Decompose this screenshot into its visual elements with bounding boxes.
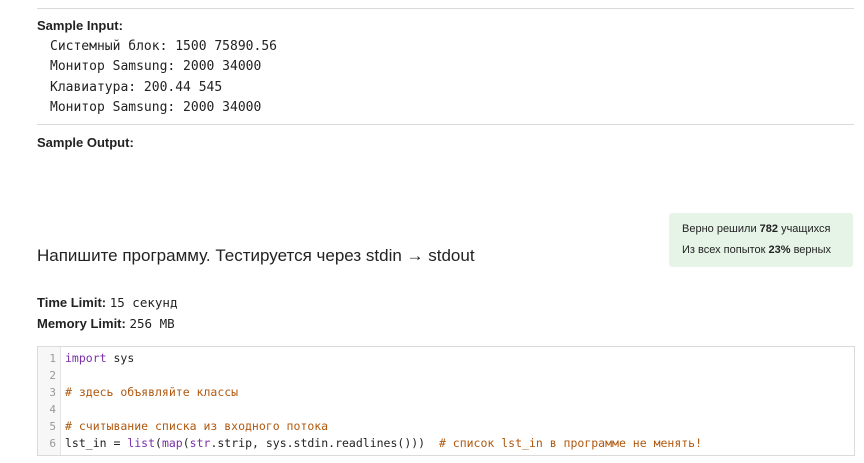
task-title: Напишите программу. Тестируется через st… (37, 246, 475, 265)
line-number: 2 (49, 369, 56, 382)
sample-input-line: Монитор Samsung: 2000 34000 (50, 100, 262, 115)
top-divider (37, 8, 854, 9)
sample-input-line: Монитор Samsung: 2000 34000 (50, 59, 262, 74)
memory-limit: Memory Limit: 256 MB (37, 316, 175, 331)
code-line[interactable]: # считывание списка из входного потока (65, 419, 328, 433)
line-number: 5 (49, 420, 56, 433)
code-line[interactable]: lst_in = list(map(str.strip, sys.stdin.r… (65, 436, 702, 450)
solved-count: 782 (759, 223, 779, 235)
line-number: 3 (49, 386, 56, 399)
sample-input-line: Клавиатура: 200.44 545 (50, 80, 223, 95)
time-limit-value: 15 секунд (109, 295, 178, 310)
code-editor[interactable]: 1 2 3 4 5 6 import sys # здесь объявляйт… (37, 346, 855, 456)
solve-stats-box: Верно решили 782 учащихся Из всех попыто… (669, 213, 853, 267)
sample-input-line: Системный блок: 1500 75890.56 (50, 39, 277, 54)
code-line[interactable]: import sys (65, 351, 134, 365)
time-limit: Time Limit: 15 секунд (37, 295, 178, 310)
memory-limit-value: 256 MB (129, 316, 175, 331)
solved-count-line: Верно решили 782 учащихся (682, 223, 831, 235)
success-rate: 23% (768, 244, 791, 256)
sample-input-label: Sample Input: (37, 18, 123, 33)
line-number: 4 (49, 403, 56, 416)
line-number-gutter: 1 2 3 4 5 6 (38, 347, 61, 455)
success-rate-line: Из всех попыток 23% верных (682, 244, 832, 256)
code-line[interactable]: # здесь объявляйте классы (65, 385, 238, 399)
sample-output-label: Sample Output: (37, 135, 134, 150)
line-number: 1 (49, 352, 56, 365)
line-number: 6 (49, 437, 56, 450)
sample-divider (37, 124, 854, 125)
